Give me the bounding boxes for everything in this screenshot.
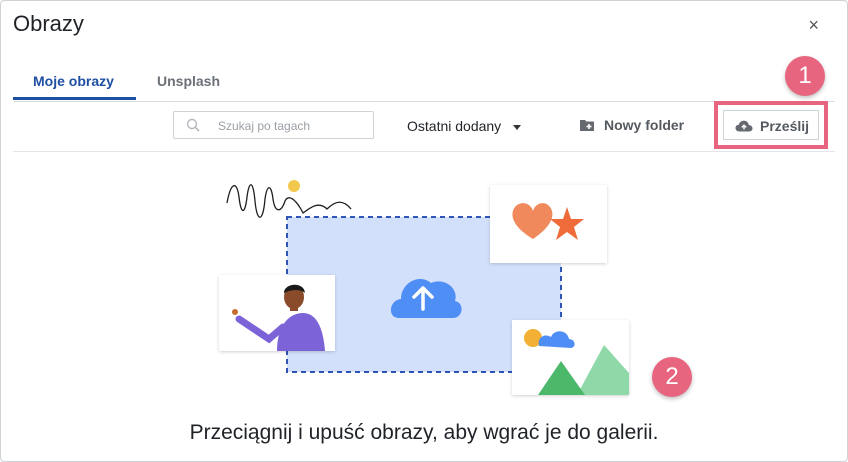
squiggle-line [226,184,352,218]
person-card [219,275,335,351]
yellow-dot [288,180,300,192]
dropzone-illustration[interactable] [1,1,847,421]
step-badge-2: 2 [652,357,692,397]
images-dialog: Obrazy × Moje obrazy Unsplash Szukaj po … [0,0,848,462]
heart-star-card [490,185,607,263]
dropzone-caption: Przeciągnij i upuść obrazy, aby wgrać je… [189,421,659,444]
landscape-card [512,320,629,395]
